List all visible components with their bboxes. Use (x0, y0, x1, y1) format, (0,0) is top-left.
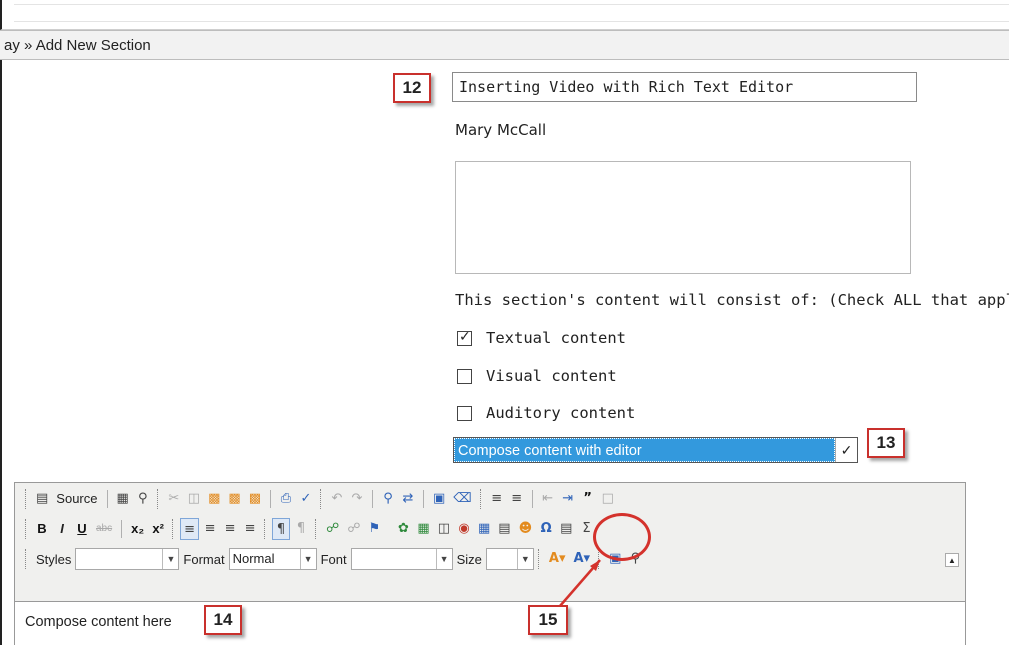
size-label: Size (456, 551, 482, 567)
textual-content-label: Textual content (486, 329, 626, 347)
subscript-button[interactable]: x₂ (128, 518, 147, 540)
underline-button[interactable]: U (73, 518, 91, 540)
styles-combo[interactable]: ▼ (75, 548, 180, 570)
section-title-input[interactable] (452, 72, 917, 102)
font-label: Font (320, 551, 347, 567)
checkbox-row-visual[interactable]: Visual content (457, 366, 617, 386)
content-mode-select[interactable]: Compose content with editor ✓ (453, 437, 858, 463)
visual-content-label: Visual content (486, 367, 617, 385)
spellcheck-icon[interactable]: ✓ (297, 488, 315, 510)
cut-icon[interactable]: ✂ (165, 488, 183, 510)
chevron-down-icon: ▼ (162, 549, 178, 569)
size-combo[interactable]: ▼ (485, 548, 534, 570)
print-icon[interactable]: ⎙ (277, 488, 295, 510)
select-all-icon[interactable]: ▣ (430, 488, 448, 510)
content-mode-value: Compose content with editor (454, 438, 835, 462)
image-icon[interactable]: ▦ (414, 518, 432, 540)
paste-icon[interactable]: ▩ (205, 488, 223, 510)
source-button[interactable]: Source (53, 488, 100, 510)
auditory-content-label: Auditory content (486, 404, 636, 422)
copy-icon[interactable]: ◫ (185, 488, 203, 510)
content-type-label: This section's content will consist of: … (455, 291, 1009, 309)
link-icon[interactable]: ☍ (323, 518, 342, 540)
outdent-icon[interactable]: ⇤ (539, 488, 557, 510)
visual-content-checkbox[interactable] (457, 368, 472, 384)
format-combo[interactable]: Normal ▼ (228, 548, 317, 570)
undo-icon[interactable]: ↶ (328, 488, 346, 510)
author-name: Mary McCall (455, 121, 547, 139)
anchor-flag-icon[interactable]: ⚑ (365, 518, 383, 540)
rtl-icon[interactable]: ¶ (292, 518, 310, 540)
toolbar-row-3: Styles ▼ Format Normal ▼ Font ▼ Size ▼ A▾… (15, 545, 965, 573)
templates-icon[interactable]: ▦ (114, 488, 132, 510)
rich-text-editor: ▤ Source ▦ ⚲ ✂ ◫ ▩ ▩ ▩ ⎙ ✓ ↶ ↷ ⚲ ⇄ ▣ ⌫ ≡… (14, 482, 966, 645)
special-char-icon[interactable]: Ω (537, 518, 555, 540)
bulleted-list-icon[interactable]: ≡ (508, 488, 526, 510)
breadcrumb: ay » Add New Section (0, 30, 1009, 60)
toolbar-row-2: B I U abc x₂ x² ≡ ≡ ≡ ≡ ¶ ¶ ☍ ☍ ⚑ ✿ ▦ ◫ … (15, 515, 965, 543)
justify-icon[interactable]: ≡ (241, 518, 259, 540)
breadcrumb-text: ay » Add New Section (4, 37, 151, 54)
paste-word-icon[interactable]: ▩ (246, 488, 264, 510)
blockquote-icon[interactable]: ” (579, 488, 597, 510)
styles-label: Styles (36, 551, 72, 567)
ltr-icon[interactable]: ¶ (272, 518, 291, 540)
chevron-down-icon: ▼ (435, 549, 452, 569)
auditory-content-checkbox[interactable] (457, 405, 472, 421)
bold-button[interactable]: B (33, 518, 51, 540)
chevron-down-icon: ▼ (516, 549, 533, 569)
align-left-icon[interactable]: ≡ (180, 518, 200, 540)
callout-12: 12 (393, 73, 431, 103)
embed-video-icon[interactable]: ✿ (394, 518, 412, 540)
italic-button[interactable]: I (53, 518, 71, 540)
top-strip (0, 0, 1009, 30)
flash-icon[interactable]: ◉ (455, 518, 473, 540)
find-icon[interactable]: ⚲ (379, 488, 397, 510)
font-combo[interactable]: ▼ (350, 548, 453, 570)
unlink-icon[interactable]: ☍ (344, 518, 363, 540)
chevron-down-icon: ▼ (299, 549, 316, 569)
eraser-icon[interactable]: ⌫ (450, 488, 474, 510)
chevron-down-icon[interactable]: ✓ (835, 438, 857, 462)
format-label: Format (183, 551, 225, 567)
redo-icon[interactable]: ↷ (348, 488, 366, 510)
callout-14: 14 (204, 605, 242, 635)
align-center-icon[interactable]: ≡ (201, 518, 219, 540)
description-textarea[interactable] (455, 161, 911, 274)
table-icon[interactable]: ▦ (475, 518, 493, 540)
toolbar-row-1: ▤ Source ▦ ⚲ ✂ ◫ ▩ ▩ ▩ ⎙ ✓ ↶ ↷ ⚲ ⇄ ▣ ⌫ ≡… (15, 485, 965, 513)
page-border (0, 60, 2, 645)
toolbar-collapse-icon[interactable]: ▲ (945, 553, 959, 567)
editor-content-text: Compose content here (25, 614, 172, 630)
source-icon[interactable]: ▤ (33, 488, 51, 510)
indent-icon[interactable]: ⇥ (559, 488, 577, 510)
movie-icon[interactable]: ◫ (435, 518, 453, 540)
editor-content-area[interactable]: Compose content here (15, 601, 965, 645)
replace-icon[interactable]: ⇄ (399, 488, 417, 510)
callout-arrow-icon (559, 559, 601, 607)
preview-icon[interactable]: ⚲ (134, 488, 152, 510)
horizontal-rule-icon[interactable]: ▤ (495, 518, 513, 540)
numbered-list-icon[interactable]: ≡ (488, 488, 506, 510)
checkbox-row-auditory[interactable]: Auditory content (457, 403, 635, 423)
align-right-icon[interactable]: ≡ (221, 518, 239, 540)
strikethrough-button[interactable]: abc (93, 518, 115, 540)
textual-content-checkbox[interactable] (457, 329, 472, 346)
checkbox-row-textual[interactable]: Textual content (457, 328, 626, 348)
superscript-button[interactable]: x² (149, 518, 167, 540)
div-container-icon[interactable]: □ (599, 488, 617, 510)
paste-text-icon[interactable]: ▩ (225, 488, 243, 510)
page-break-icon[interactable]: ▤ (557, 518, 575, 540)
callout-13: 13 (867, 428, 905, 458)
smiley-icon[interactable]: ☻ (516, 518, 536, 540)
